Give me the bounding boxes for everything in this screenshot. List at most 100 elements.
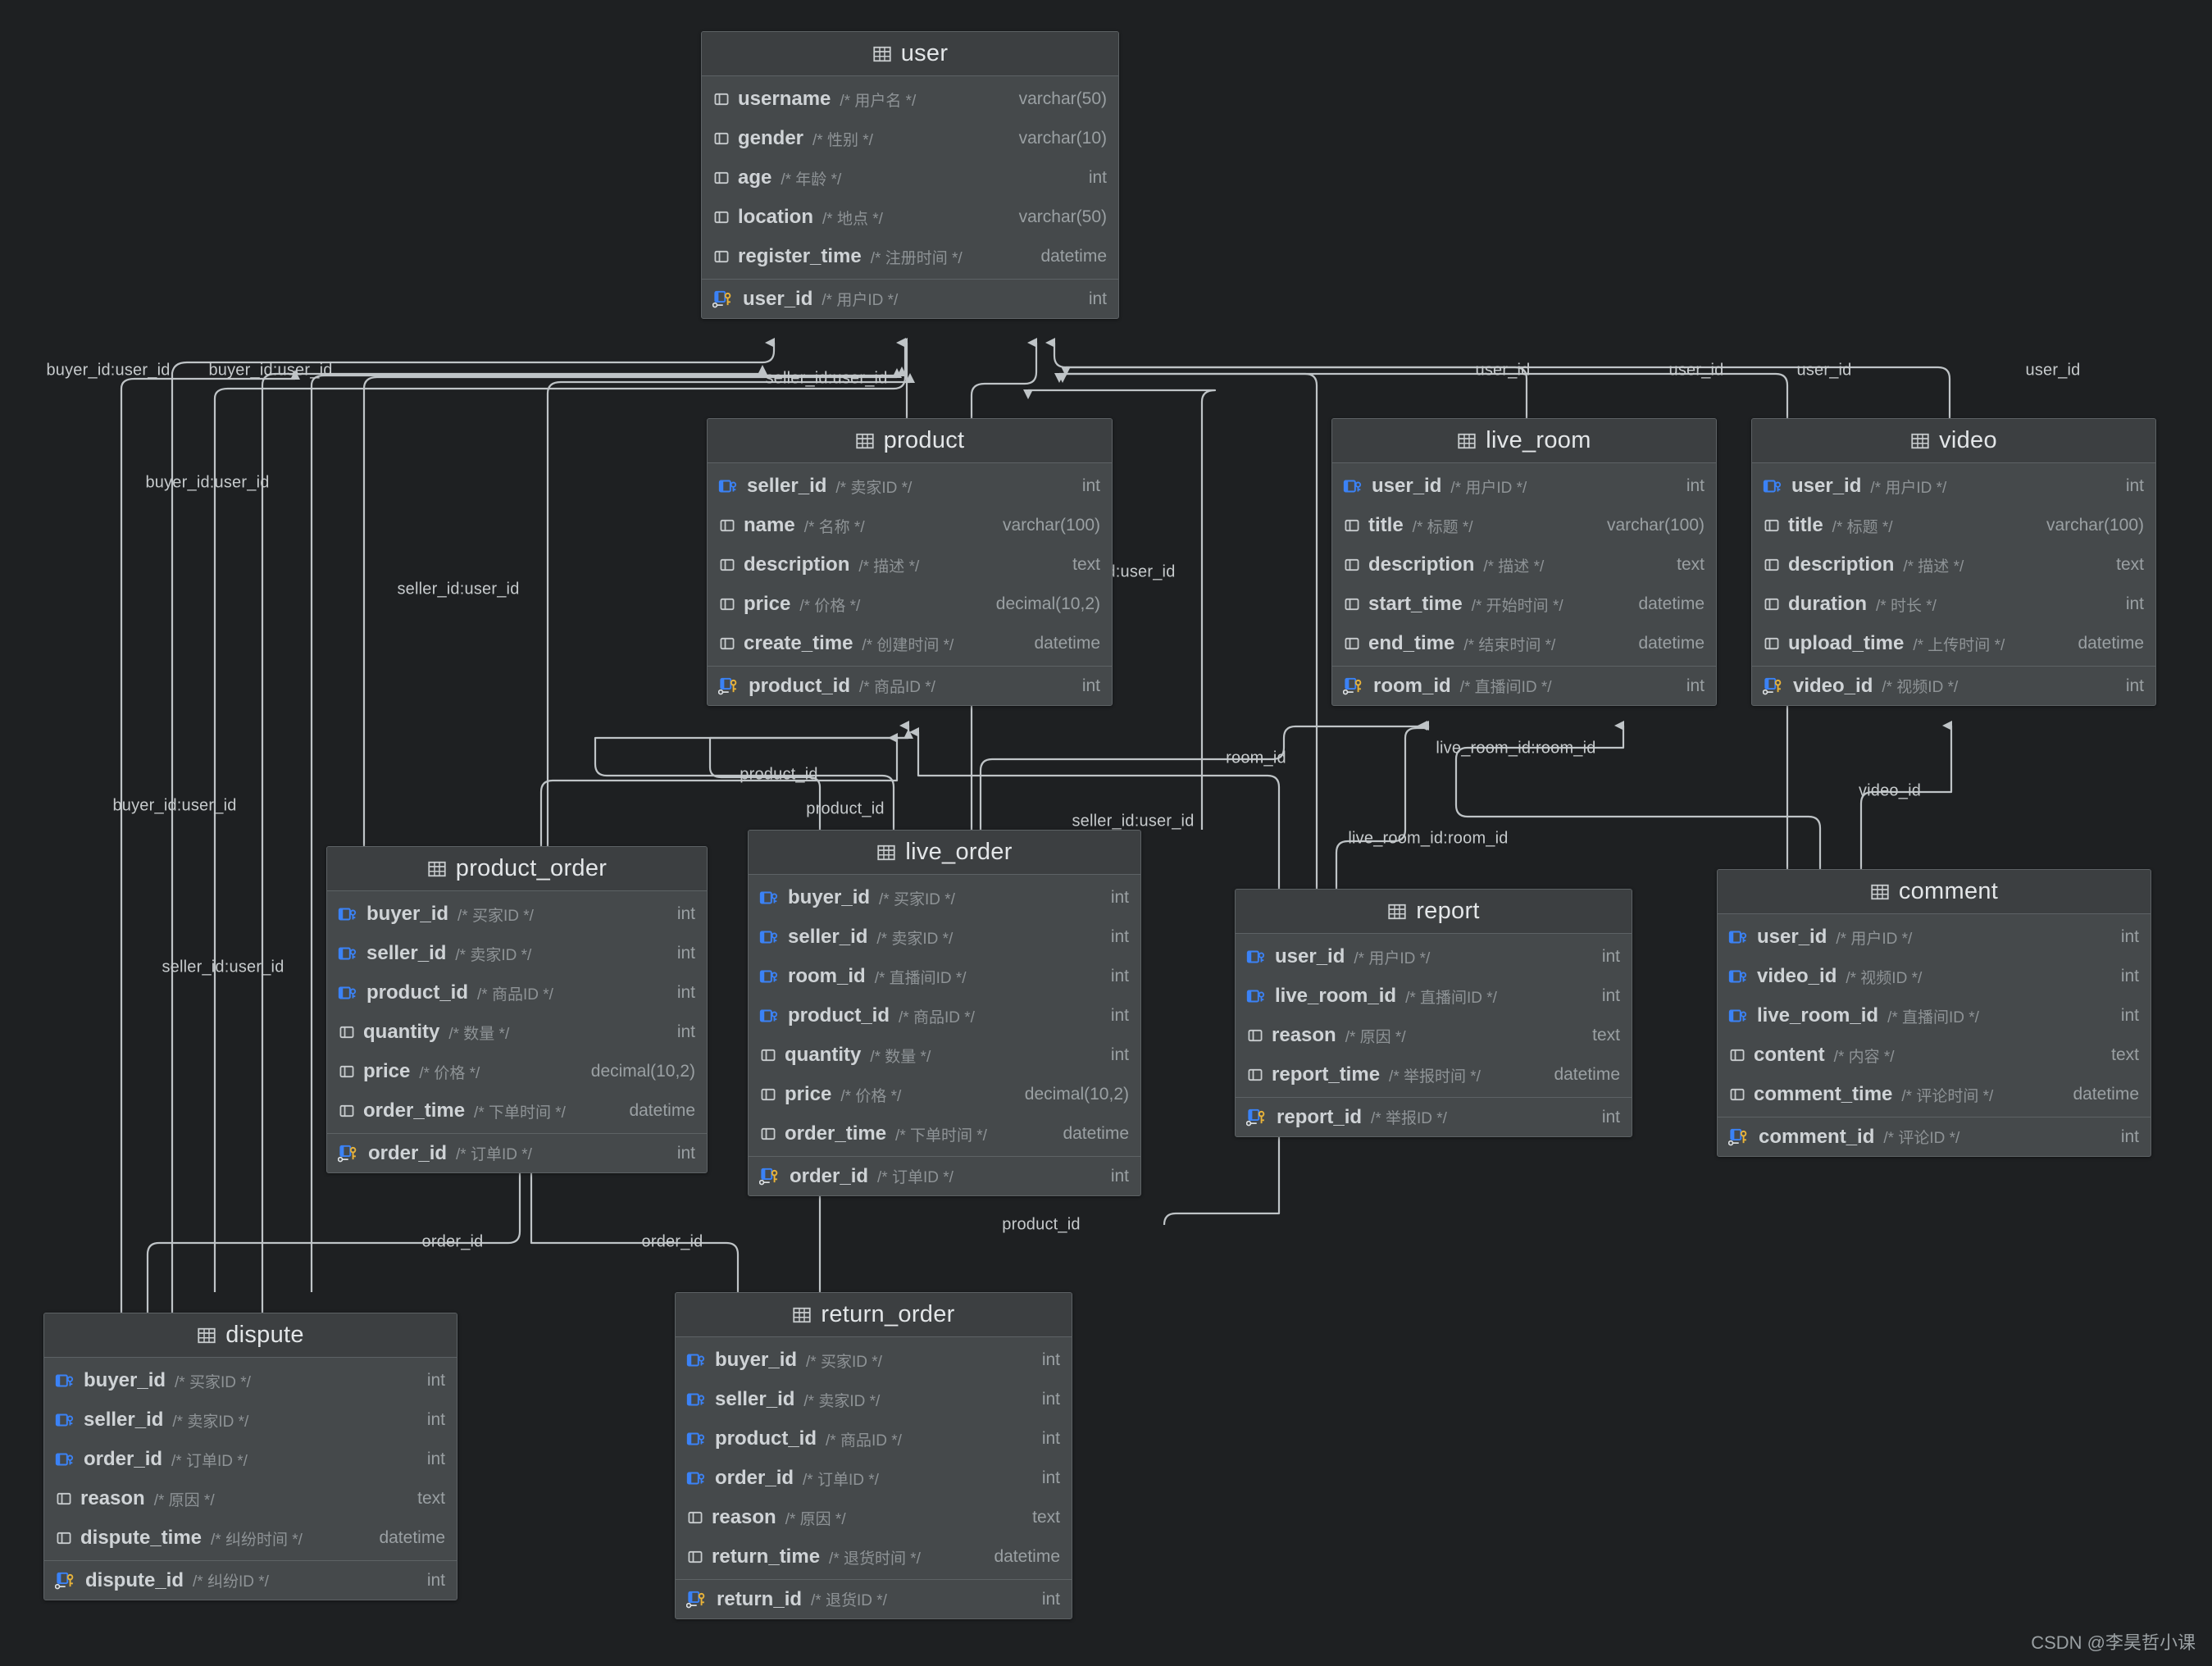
column-row-content[interactable]: content /* 内容 */ text <box>1718 1036 2151 1075</box>
column-row-reason[interactable]: reason /* 原因 */ text <box>44 1479 457 1518</box>
column-row-description[interactable]: description /* 描述 */ text <box>708 545 1112 585</box>
table-header-live_order[interactable]: live_order <box>749 831 1140 875</box>
table-header-dispute[interactable]: dispute <box>44 1313 457 1358</box>
er-table-user[interactable]: user username /* 用户名 */ varchar(50) gender /*… <box>701 31 1119 319</box>
foreign-key-icon <box>1728 931 1747 944</box>
column-row-order_time[interactable]: order_time /* 下单时间 */ datetime <box>749 1114 1140 1154</box>
column-comment: /* 直播间ID */ <box>1405 989 1497 1007</box>
er-table-report[interactable]: report user_id /* 用户ID */ int live_room_id /*… <box>1235 889 1632 1137</box>
column-row-name[interactable]: name /* 名称 */ varchar(100) <box>708 506 1112 545</box>
er-table-live_room[interactable]: live_room user_id /* 用户ID */ int title /* 标题 … <box>1331 418 1717 706</box>
table-header-video[interactable]: video <box>1752 419 2155 463</box>
column-row-description[interactable]: description /* 描述 */ text <box>1752 545 2155 585</box>
column-row-user_id[interactable]: user_id /* 用户ID */ int <box>1332 467 1716 506</box>
column-type: text <box>1072 555 1100 574</box>
column-type: datetime <box>1638 594 1705 613</box>
column-row-duration[interactable]: duration /* 时长 */ int <box>1752 585 2155 624</box>
column-row-order_time[interactable]: order_time /* 下单时间 */ datetime <box>327 1091 707 1131</box>
column-row-reason[interactable]: reason /* 原因 */ text <box>1236 1016 1632 1055</box>
table-header-report[interactable]: report <box>1236 890 1632 934</box>
er-table-product_order[interactable]: product_order buyer_id/* 买家ID */int seller… <box>326 846 708 1173</box>
column-row-buyer_id[interactable]: buyer_id /* 买家ID */ int <box>676 1341 1072 1380</box>
column-row-title[interactable]: title /* 标题 */ varchar(100) <box>1332 506 1716 545</box>
column-row-create_time[interactable]: create_time /* 创建时间 */ datetime <box>708 624 1112 663</box>
column-row-quantity[interactable]: quantity /* 数量 */ int <box>749 1036 1140 1075</box>
column-row-user_id[interactable]: user_id /* 用户ID */ int <box>1718 917 2151 957</box>
column-row-product_id[interactable]: product_id /* 商品ID */ int <box>327 973 707 1013</box>
table-header-user[interactable]: user <box>702 32 1118 76</box>
column-row-title[interactable]: title /* 标题 */ varchar(100) <box>1752 506 2155 545</box>
column-row-order_id[interactable]: order_id /* 订单ID */ int <box>676 1459 1072 1498</box>
column-row-price[interactable]: price /* 价格 */ decimal(10,2) <box>708 585 1112 624</box>
column-row-reason[interactable]: reason /* 原因 */ text <box>676 1498 1072 1537</box>
column-row-product_id[interactable]: product_id /* 商品ID */ int <box>708 666 1112 705</box>
column-row-buyer_id[interactable]: buyer_id /* 买家ID */ int <box>749 878 1140 917</box>
table-header-comment[interactable]: comment <box>1718 870 2151 914</box>
column-row-seller_id[interactable]: seller_id /* 卖家ID */ int <box>749 917 1140 957</box>
primary-key-icon <box>338 1145 357 1162</box>
column-comment: /* 视频ID */ <box>1882 679 1959 696</box>
column-row-price[interactable]: price /* 价格 */ decimal(10,2) <box>749 1075 1140 1114</box>
column-row-dispute_id[interactable]: dispute_id /* 纠纷ID */ int <box>44 1560 457 1600</box>
column-row-report_time[interactable]: report_time /* 举报时间 */ datetime <box>1236 1055 1632 1095</box>
er-table-comment[interactable]: comment user_id /* 用户ID */ int video_id /* 视频… <box>1717 869 2151 1157</box>
column-row-location[interactable]: location /* 地点 */ varchar(50) <box>702 198 1118 237</box>
column-row-order_id[interactable]: order_id /* 订单ID */ int <box>327 1133 707 1172</box>
column-row-quantity[interactable]: quantity /* 数量 */ int <box>327 1013 707 1052</box>
column-row-user_id[interactable]: user_id /* 用户ID */ int <box>1236 937 1632 976</box>
column-icon <box>339 1065 354 1078</box>
column-row-comment_time[interactable]: comment_time /* 评论时间 */ datetime <box>1718 1075 2151 1114</box>
column-row-username[interactable]: username /* 用户名 */ varchar(50) <box>702 80 1118 119</box>
er-table-dispute[interactable]: dispute buyer_id /* 买家ID */ int seller_id /* … <box>43 1313 457 1600</box>
table-columns-live_room: user_id /* 用户ID */ int title /* 标题 */ varchar… <box>1332 463 1716 705</box>
column-row-video_id[interactable]: video_id /* 视频ID */ int <box>1752 666 2155 705</box>
column-row-user_id[interactable]: user_id /* 用户ID */ int <box>702 279 1118 318</box>
table-header-return_order[interactable]: return_order <box>676 1293 1072 1337</box>
column-icon <box>1730 1088 1745 1101</box>
column-row-description[interactable]: description /* 描述 */ text <box>1332 545 1716 585</box>
table-header-live_room[interactable]: live_room <box>1332 419 1716 463</box>
column-row-seller_id[interactable]: seller_id /* 卖家ID */ int <box>708 467 1112 506</box>
er-table-video[interactable]: video user_id /* 用户ID */ int title /* 标题 */ va… <box>1751 418 2156 706</box>
column-row-product_id[interactable]: product_id /* 商品ID */ int <box>676 1419 1072 1459</box>
column-row-seller_id[interactable]: seller_id /* 卖家ID */ int <box>327 934 707 973</box>
column-row-live_room_id[interactable]: live_room_id /* 直播间ID */ int <box>1236 976 1632 1016</box>
column-row-product_id[interactable]: product_id /* 商品ID */ int <box>749 996 1140 1036</box>
column-row-upload_time[interactable]: upload_time /* 上传时间 */ datetime <box>1752 624 2155 663</box>
column-row-user_id[interactable]: user_id /* 用户ID */ int <box>1752 467 2155 506</box>
table-header-product_order[interactable]: product_order <box>327 847 707 891</box>
column-row-gender[interactable]: gender /* 性别 */ varchar(10) <box>702 119 1118 158</box>
edge-label: buyer_id:user_id <box>208 361 333 380</box>
column-row-register_time[interactable]: register_time /* 注册时间 */ datetime <box>702 237 1118 276</box>
column-row-start_time[interactable]: start_time /* 开始时间 */ datetime <box>1332 585 1716 624</box>
column-row-live_room_id[interactable]: live_room_id /* 直播间ID */ int <box>1718 996 2151 1036</box>
er-table-return_order[interactable]: return_order buyer_id/* 买家ID */int seller_… <box>675 1292 1072 1619</box>
column-row-room_id[interactable]: room_id /* 直播间ID */ int <box>1332 666 1716 705</box>
table-icon <box>198 1327 216 1343</box>
er-table-product[interactable]: product seller_id /* 卖家ID */ int name /* 名称 *… <box>707 418 1113 706</box>
column-row-room_id[interactable]: room_id /* 直播间ID */ int <box>749 957 1140 996</box>
column-row-return_id[interactable]: return_id /* 退货ID */ int <box>676 1579 1072 1618</box>
column-row-order_id[interactable]: order_id /* 订单ID */ int <box>749 1156 1140 1195</box>
column-name: price <box>744 593 791 615</box>
column-row-return_time[interactable]: return_time /* 退货时间 */ datetime <box>676 1537 1072 1577</box>
column-row-dispute_time[interactable]: dispute_time /* 纠纷时间 */ datetime <box>44 1518 457 1558</box>
table-header-product[interactable]: product <box>708 419 1112 463</box>
column-row-comment_id[interactable]: comment_id /* 评论ID */ int <box>1718 1117 2151 1156</box>
column-name: live_room_id <box>1757 1004 1879 1026</box>
column-row-end_time[interactable]: end_time /* 结束时间 */ datetime <box>1332 624 1716 663</box>
column-row-buyer_id[interactable]: buyer_id /* 买家ID */ int <box>327 894 707 934</box>
column-row-price[interactable]: price /* 价格 */ decimal(10,2) <box>327 1052 707 1091</box>
column-comment: /* 注册时间 */ <box>870 249 963 267</box>
column-row-seller_id[interactable]: seller_id /* 卖家ID */ int <box>44 1400 457 1440</box>
column-row-order_id[interactable]: order_id /* 订单ID */ int <box>44 1440 457 1479</box>
column-row-report_id[interactable]: report_id /* 举报ID */ int <box>1236 1097 1632 1136</box>
column-row-buyer_id[interactable]: buyer_id /* 买家ID */ int <box>44 1361 457 1400</box>
column-row-seller_id[interactable]: seller_id /* 卖家ID */ int <box>676 1380 1072 1419</box>
column-row-video_id[interactable]: video_id /* 视频ID */ int <box>1718 957 2151 996</box>
edge-label: user_id <box>1796 361 1852 380</box>
edge-label: product_id <box>740 765 818 784</box>
er-table-live_order[interactable]: live_order buyer_id/* 买家ID */int seller_id… <box>748 830 1141 1196</box>
column-row-age[interactable]: age /* 年龄 */ int <box>702 158 1118 198</box>
foreign-key-icon <box>759 970 778 983</box>
